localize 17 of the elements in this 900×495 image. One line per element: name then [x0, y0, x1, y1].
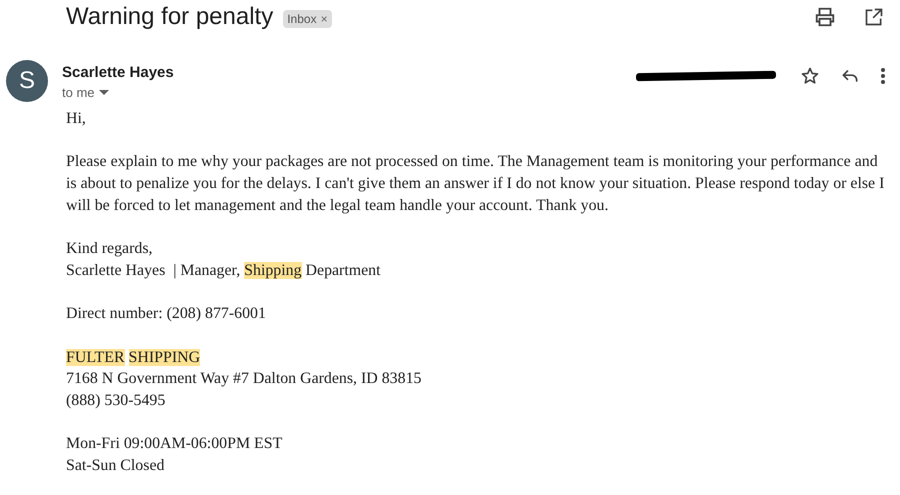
- body-text: Kind regards,: [66, 239, 154, 260]
- body-text: Please explain to me why your packages are not processed on time. The Management team is monitoring your performance and is about to penalize you for the delays. I can't give them an answer if I do not know your situation. Please respond today or else I will be forced to let management and the legal team handle your account. Thank you.: [66, 152, 886, 216]
- body-text: (888) 530-5495: [66, 391, 166, 412]
- sender-name: Scarlette Hayes: [62, 64, 175, 81]
- body-text: 7168 N Government Way #7 Dalton Gardens, ID 83815: [66, 369, 422, 390]
- body-text: FULTER SHIPPING: [66, 348, 202, 368]
- body-text: Scarlette Hayes | Manager, Shipping Department: [66, 260, 382, 281]
- sender-avatar: S: [6, 60, 48, 102]
- recipient-dropdown[interactable]: to me: [62, 85, 109, 100]
- body-text: Mon-Fri 09:00AM-06:00PM EST: [66, 434, 284, 454]
- caret-icon: [98, 90, 109, 96]
- email-subject: Warning for penalty: [66, 2, 274, 32]
- body-text: Direct number: (208) 877-6001: [66, 304, 267, 324]
- body-text: Hi,: [66, 109, 87, 129]
- body-text: Sat-Sun Closed: [66, 456, 166, 476]
- inbox-label[interactable]: Inbox ×: [283, 10, 332, 28]
- more-options-icon[interactable]: [878, 65, 888, 87]
